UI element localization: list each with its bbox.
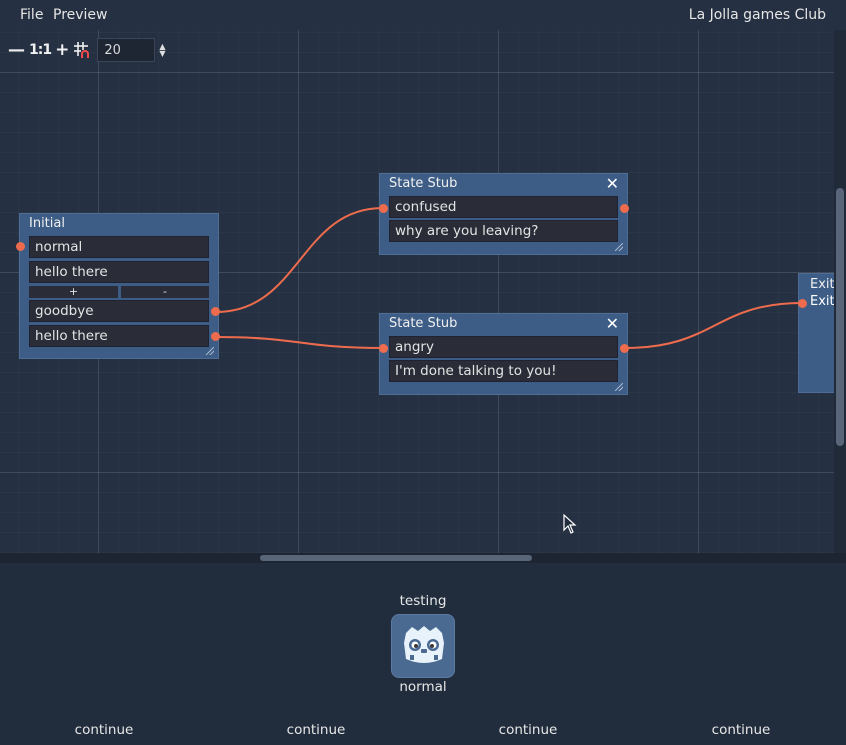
input-port[interactable] [379, 204, 388, 213]
resize-handle-icon[interactable] [615, 383, 623, 391]
state-field[interactable]: confused [389, 196, 618, 218]
dialogue-preview: testing normal continue continue continu… [0, 563, 846, 745]
node-initial[interactable]: Initial normal hello there + - goodbye h… [16, 213, 220, 359]
character-state: normal [399, 679, 447, 695]
output-port[interactable] [620, 344, 629, 353]
zoom-in-button[interactable]: + [55, 40, 69, 60]
node-title: Exit [810, 277, 834, 292]
close-icon[interactable]: ✕ [606, 174, 619, 193]
menu-bar: File Preview La Jolla games Club [0, 0, 846, 30]
continue-button[interactable]: continue [256, 722, 376, 738]
zoom-reset-button[interactable]: 1:1 [29, 40, 52, 60]
horizontal-scroll-thumb[interactable] [260, 555, 532, 561]
output-port[interactable] [211, 307, 220, 316]
state-field[interactable]: angry [389, 336, 618, 358]
graph-toolbar: — 1:1 + ▲ ▼ [8, 38, 166, 62]
menu-preview[interactable]: Preview [53, 7, 108, 23]
line-field[interactable]: I'm done talking to you! [389, 360, 618, 382]
continue-button[interactable]: continue [44, 722, 164, 738]
output-port[interactable] [211, 332, 220, 341]
character-name: testing [399, 593, 447, 609]
node-exit[interactable]: Exit Exit [798, 273, 834, 393]
add-choice-button[interactable]: + [29, 286, 118, 298]
zoom-out-button[interactable]: — [8, 40, 25, 60]
grid-snap-icon[interactable] [73, 40, 91, 60]
wire-angry-to-exit [624, 302, 803, 349]
exit-label: Exit [810, 294, 834, 309]
spin-arrows[interactable]: ▲ ▼ [159, 43, 165, 58]
input-port[interactable] [798, 299, 807, 308]
remove-choice-button[interactable]: - [121, 286, 209, 298]
spin-down-icon[interactable]: ▼ [159, 50, 165, 58]
horizontal-scrollbar[interactable] [0, 553, 846, 563]
input-port[interactable] [379, 344, 388, 353]
node-state-stub-confused[interactable]: State Stub ✕ confused why are you leavin… [379, 173, 629, 255]
resize-handle-icon[interactable] [615, 243, 623, 251]
wire-hello-to-angry [215, 336, 384, 349]
vertical-scrollbar[interactable] [834, 30, 846, 560]
resize-handle-icon[interactable] [206, 347, 214, 355]
node-title: State Stub [389, 176, 458, 191]
mouse-cursor-icon [563, 514, 577, 534]
input-port[interactable] [16, 242, 25, 251]
choice-field[interactable]: goodbye [29, 300, 209, 322]
choice-field[interactable]: hello there [29, 325, 209, 347]
continue-button[interactable]: continue [681, 722, 801, 738]
wire-goodbye-to-confused [215, 207, 384, 313]
output-port[interactable] [620, 204, 629, 213]
node-state-stub-angry[interactable]: State Stub ✕ angry I'm done talking to y… [379, 313, 629, 395]
godot-robot-icon [391, 614, 455, 678]
node-title: State Stub [389, 316, 458, 331]
node-title: Initial [29, 216, 65, 231]
menu-file[interactable]: File [20, 7, 43, 23]
greeting-field[interactable]: hello there [29, 261, 209, 283]
continue-button[interactable]: continue [468, 722, 588, 738]
vertical-scroll-thumb[interactable] [836, 188, 844, 446]
graph-editor[interactable]: — 1:1 + ▲ ▼ In [0, 30, 834, 560]
snap-value-input[interactable] [97, 38, 156, 62]
app-title: La Jolla games Club [688, 7, 826, 23]
state-field[interactable]: normal [29, 236, 209, 258]
close-icon[interactable]: ✕ [606, 314, 619, 333]
line-field[interactable]: why are you leaving? [389, 220, 618, 242]
snap-spinbox: ▲ ▼ [97, 38, 166, 62]
